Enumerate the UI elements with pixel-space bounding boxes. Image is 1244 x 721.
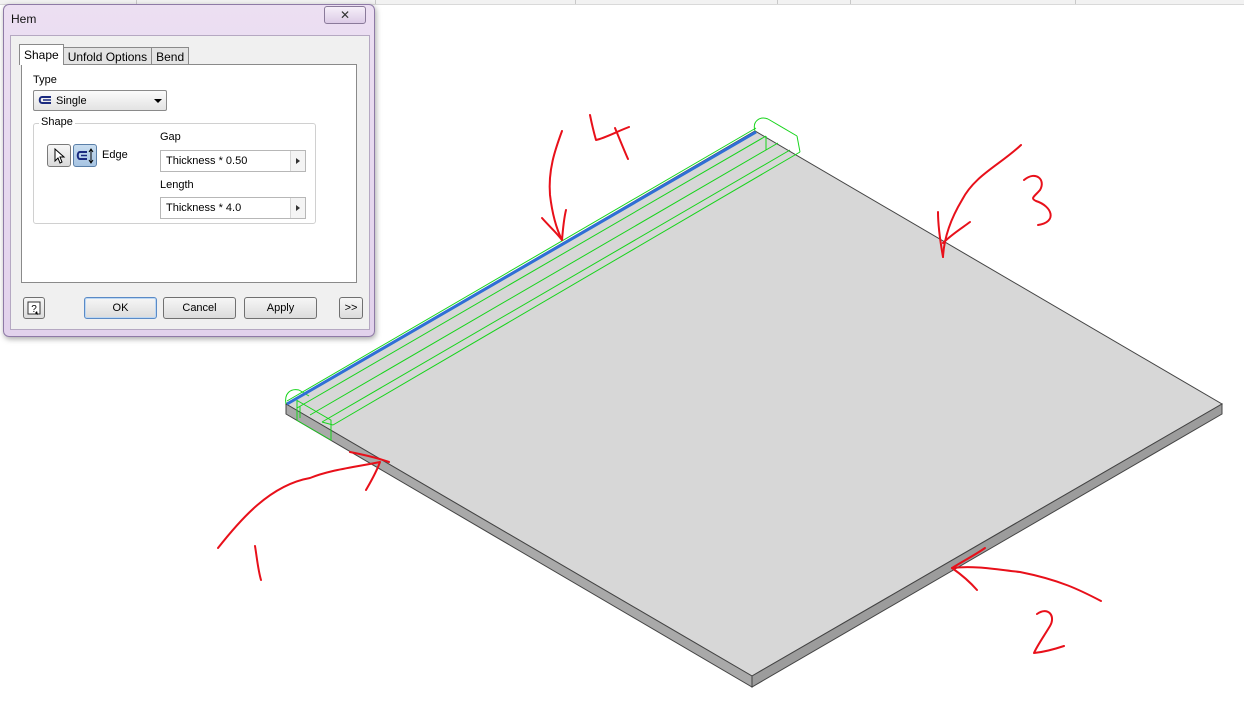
toolbar-separator bbox=[777, 0, 778, 4]
edge-select-button[interactable] bbox=[73, 144, 97, 167]
toolbar-separator bbox=[375, 0, 376, 4]
help-button[interactable]: ? bbox=[23, 297, 45, 319]
gap-value: Thickness * 0.50 bbox=[166, 155, 248, 167]
annotation-arrow-2 bbox=[951, 566, 1102, 602]
edge-label: Edge bbox=[102, 149, 128, 161]
annotation-arrow-1 bbox=[217, 461, 381, 549]
length-input[interactable]: Thickness * 4.0 bbox=[160, 197, 306, 219]
hem-dialog[interactable]: Hem ✕ Shape Unfold Options Bend Type Sin… bbox=[3, 4, 375, 337]
apply-button[interactable]: Apply bbox=[244, 297, 317, 319]
gap-expand-arrow[interactable] bbox=[290, 151, 305, 171]
length-value: Thickness * 4.0 bbox=[166, 202, 242, 214]
ok-button[interactable]: OK bbox=[84, 297, 157, 319]
more-options-button[interactable]: >> bbox=[339, 297, 363, 319]
close-button[interactable]: ✕ bbox=[324, 6, 366, 24]
annotation-number-1 bbox=[254, 545, 262, 581]
edge-flip-icon bbox=[76, 147, 94, 164]
type-value: Single bbox=[56, 95, 87, 107]
annotation-arrow-4 bbox=[548, 130, 563, 241]
chevron-down-icon bbox=[154, 99, 162, 103]
toolbar-separator bbox=[575, 0, 576, 4]
gap-input[interactable]: Thickness * 0.50 bbox=[160, 150, 306, 172]
shape-group-label: Shape bbox=[39, 116, 75, 128]
tab-shape[interactable]: Shape bbox=[19, 44, 64, 65]
tab-unfold-options[interactable]: Unfold Options bbox=[62, 47, 153, 65]
annotation-number-4 bbox=[589, 114, 630, 141]
length-label: Length bbox=[160, 179, 194, 191]
help-icon: ? bbox=[27, 301, 41, 315]
annotation-arrow-3 bbox=[942, 144, 1022, 258]
plate-top-face[interactable] bbox=[285, 130, 1223, 677]
type-label: Type bbox=[33, 74, 57, 86]
length-expand-arrow[interactable] bbox=[290, 198, 305, 218]
annotation-number-3 bbox=[1023, 174, 1052, 226]
close-icon: ✕ bbox=[339, 8, 351, 22]
gap-label: Gap bbox=[160, 131, 181, 143]
select-button[interactable] bbox=[47, 144, 71, 167]
tab-bend[interactable]: Bend bbox=[151, 47, 190, 65]
toolbar-separator bbox=[1075, 0, 1076, 4]
cancel-button[interactable]: Cancel bbox=[163, 297, 236, 319]
toolbar-separator bbox=[850, 0, 851, 4]
type-dropdown[interactable]: Single bbox=[33, 90, 167, 111]
shape-tab-panel: Type Single Shape Edge Gap Thickness * 0… bbox=[21, 64, 357, 283]
cursor-arrow-icon bbox=[54, 147, 66, 164]
dialog-body: Shape Unfold Options Bend Type Single Sh… bbox=[10, 35, 370, 330]
shape-group: Shape Edge Gap Thickness * 0.50 Length T… bbox=[33, 116, 316, 224]
dialog-title: Hem bbox=[11, 12, 37, 26]
annotation-number-2 bbox=[1033, 610, 1065, 654]
tab-strip: Shape Unfold Options Bend bbox=[19, 43, 190, 65]
single-hem-icon bbox=[38, 96, 51, 104]
